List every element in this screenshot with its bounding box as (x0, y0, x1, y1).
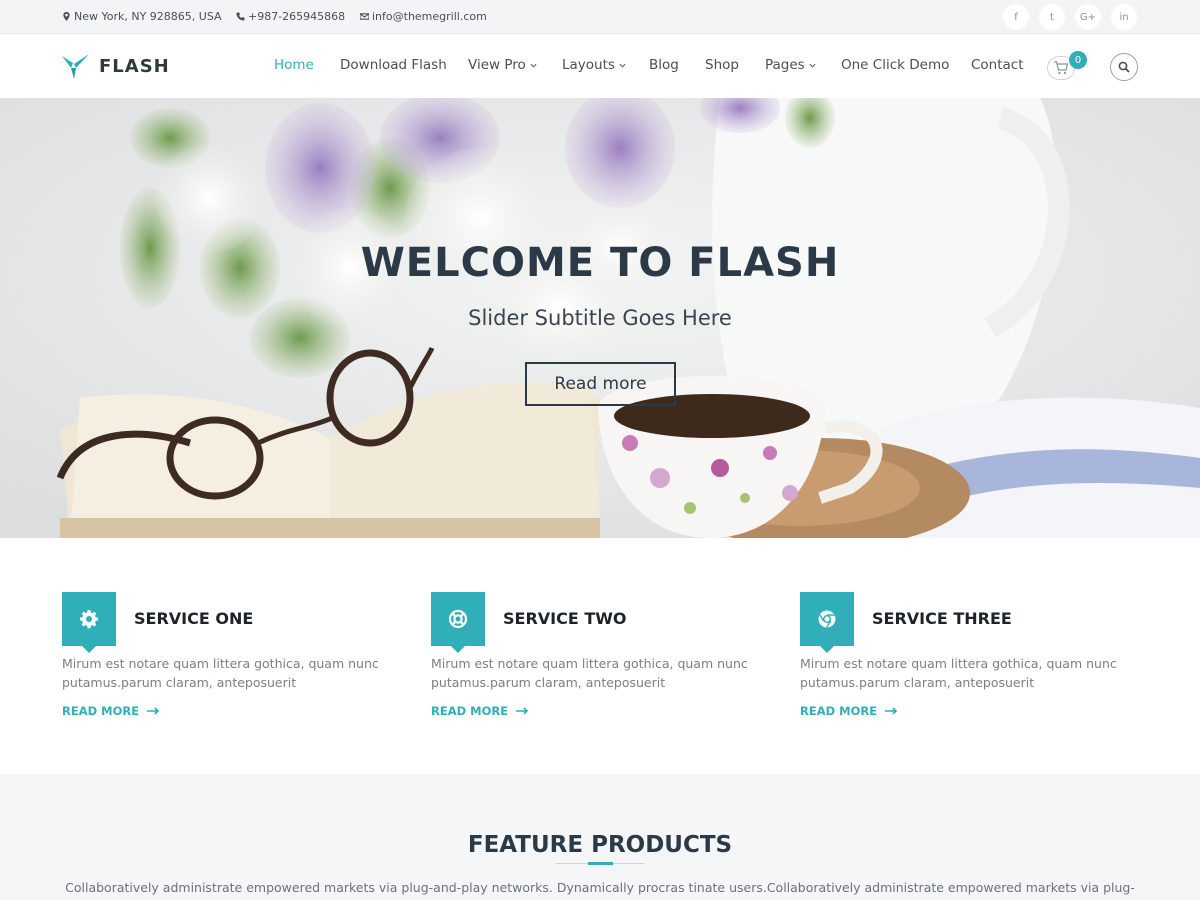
nav-shop[interactable]: Shop (705, 57, 739, 73)
nav-label: Shop (705, 57, 739, 73)
read-more-label: READ MORE (62, 704, 140, 718)
nav-blog[interactable]: Blog (649, 57, 679, 73)
service-description: Mirum est notare quam littera gothica, q… (800, 656, 1117, 690)
nav-contact[interactable]: Contact (971, 57, 1024, 73)
address-text: New York, NY 928865, USA (74, 10, 222, 23)
email-info: info@themegrill.com (360, 10, 487, 23)
search-button[interactable] (1110, 53, 1138, 81)
service-icon-box (800, 592, 854, 653)
site-logo[interactable]: FLASH (62, 54, 170, 79)
nav-pages[interactable]: Pages (765, 57, 816, 73)
email-text[interactable]: info@themegrill.com (372, 10, 487, 23)
arrow-right-icon (516, 707, 529, 715)
read-more-button[interactable]: Read more (525, 362, 676, 406)
nav-label: View Pro (468, 57, 526, 73)
gear-icon (80, 610, 99, 629)
chevron-down-icon (809, 63, 816, 68)
phone-info: +987-265945868 (236, 10, 345, 23)
nav-label: Blog (649, 57, 679, 73)
read-more-label: READ MORE (800, 704, 878, 718)
chrome-icon (818, 610, 836, 628)
life-ring-icon (448, 609, 468, 629)
section-title: FEATURE PRODUCTS (467, 832, 733, 858)
service-description: Mirum est notare quam littera gothica, q… (62, 656, 379, 690)
bird-logo-icon (62, 54, 89, 79)
nav-label: Contact (971, 57, 1024, 73)
title-divider-accent (588, 862, 613, 865)
google-plus-icon[interactable]: G+ (1075, 4, 1101, 30)
envelope-icon (360, 13, 369, 20)
phone-text: +987-265945868 (248, 10, 346, 23)
service-read-more-link[interactable]: READ MORE (62, 704, 160, 718)
search-icon (1118, 61, 1130, 73)
nav-one-click-demo[interactable]: One Click Demo (841, 57, 949, 73)
chevron-down-icon (619, 63, 626, 68)
nav-download-flash[interactable]: Download Flash (340, 57, 447, 73)
hero-title: WELCOME TO FLASH (360, 240, 840, 286)
top-info-bar: New York, NY 928865, USA +987-265945868 … (0, 0, 1200, 34)
linkedin-icon[interactable]: in (1111, 4, 1137, 30)
address-info: New York, NY 928865, USA (62, 10, 222, 23)
service-icon-box (62, 592, 116, 653)
chevron-down-icon (530, 63, 537, 68)
hero-slider: WELCOME TO FLASH Slider Subtitle Goes He… (0, 98, 1200, 538)
service-read-more-link[interactable]: READ MORE (431, 704, 529, 718)
map-marker-icon (63, 12, 70, 21)
cart-count-badge: 0 (1069, 51, 1087, 69)
nav-label: One Click Demo (841, 57, 950, 73)
nav-home[interactable]: Home (274, 57, 314, 73)
nav-view-pro[interactable]: View Pro (468, 57, 537, 73)
shopping-cart-icon (1054, 61, 1069, 75)
nav-label: Layouts (562, 57, 615, 73)
service-title: SERVICE THREE (872, 609, 1012, 628)
nav-label: Pages (765, 57, 805, 73)
section-description: Collaboratively administrate empowered m… (65, 880, 1135, 895)
service-description: Mirum est notare quam littera gothica, q… (431, 656, 748, 690)
twitter-icon[interactable]: t (1039, 4, 1065, 30)
service-title: SERVICE ONE (134, 609, 254, 628)
service-title: SERVICE TWO (503, 609, 627, 628)
feature-products-section: FEATURE PRODUCTS Collaboratively adminis… (0, 774, 1200, 900)
nav-layouts[interactable]: Layouts (562, 57, 626, 73)
site-header: FLASH Home Download Flash View Pro Layou… (0, 34, 1200, 98)
hero-subtitle: Slider Subtitle Goes Here (468, 306, 732, 330)
nav-label: Home (274, 57, 314, 73)
nav-label: Download Flash (340, 57, 447, 73)
logo-text: FLASH (99, 56, 170, 77)
service-read-more-link[interactable]: READ MORE (800, 704, 898, 718)
arrow-right-icon (147, 707, 160, 715)
facebook-icon[interactable]: f (1003, 4, 1029, 30)
read-more-label: READ MORE (431, 704, 509, 718)
arrow-right-icon (885, 707, 898, 715)
phone-icon (236, 12, 245, 21)
service-icon-box (431, 592, 485, 653)
